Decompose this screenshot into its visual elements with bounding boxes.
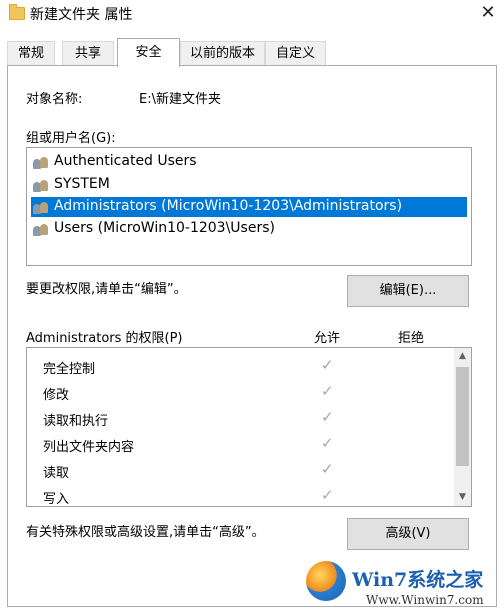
allow-check-icon: ✓ — [321, 356, 334, 374]
permission-name: 写入 — [43, 492, 70, 507]
scroll-down-icon[interactable]: ▼ — [454, 489, 471, 506]
allow-check-icon: ✓ — [321, 434, 334, 452]
user-name: SYSTEM — [54, 176, 110, 192]
users-listbox[interactable]: Authenticated Users SYSTEM Administrator… — [26, 147, 472, 266]
folder-icon — [9, 4, 25, 20]
tab-sharing[interactable]: 共享 — [62, 41, 114, 66]
user-item-system[interactable]: SYSTEM — [31, 175, 467, 195]
advanced-hint: 有关特殊权限或高级设置,请单击“高级”。 — [26, 525, 265, 540]
object-name-value: E:\新建文件夹 — [139, 92, 221, 107]
watermark-url: Www.Winwin7.com — [366, 593, 484, 607]
tab-general[interactable]: 常规 — [7, 41, 55, 66]
permission-row-read-execute: 读取和执行 ✓ — [27, 406, 453, 431]
groups-label: 组或用户名(G): — [26, 131, 116, 146]
tab-security[interactable]: 安全 — [117, 38, 180, 67]
allow-column-header: 允许 — [314, 331, 341, 346]
user-name: Users (MicroWin10-1203\Users) — [54, 220, 275, 236]
tab-customize[interactable]: 自定义 — [265, 41, 326, 66]
permissions-list: 完全控制 ✓ 修改 ✓ 读取和执行 ✓ 列出文件夹内容 ✓ 读取 ✓ 写入 ✓ … — [26, 347, 472, 507]
tab-previous-versions[interactable]: 以前的版本 — [180, 41, 265, 66]
permission-row-read: 读取 ✓ — [27, 458, 453, 483]
user-item-authenticated-users[interactable]: Authenticated Users — [31, 152, 467, 172]
permission-name: 修改 — [43, 388, 70, 403]
allow-check-icon: ✓ — [321, 382, 334, 400]
user-name: Administrators (MicroWin10-1203\Administ… — [54, 198, 403, 214]
permission-row-list-folder: 列出文件夹内容 ✓ — [27, 432, 453, 457]
permission-name: 读取和执行 — [43, 414, 109, 429]
edit-hint: 要更改权限,请单击“编辑”。 — [26, 282, 187, 297]
allow-check-icon: ✓ — [321, 408, 334, 426]
permissions-scrollbar[interactable]: ▲ ▼ — [454, 348, 471, 506]
user-item-administrators[interactable]: Administrators (MicroWin10-1203\Administ… — [31, 197, 467, 217]
title-bar: 新建文件夹 属性 ✕ — [0, 0, 504, 30]
permission-row-full-control: 完全控制 ✓ — [27, 354, 453, 379]
watermark-brand: Win7系统之家 — [352, 569, 484, 591]
edit-button[interactable]: 编辑(E)... — [347, 275, 469, 307]
permission-name: 读取 — [43, 466, 70, 481]
permission-name: 列出文件夹内容 — [43, 440, 135, 455]
users-icon — [33, 200, 49, 214]
user-name: Authenticated Users — [54, 153, 197, 169]
permissions-header: Administrators 的权限(P) — [26, 331, 183, 346]
permission-row-modify: 修改 ✓ — [27, 380, 453, 405]
deny-column-header: 拒绝 — [398, 331, 425, 346]
windows-logo-icon — [306, 561, 346, 601]
scroll-up-icon[interactable]: ▲ — [454, 348, 471, 365]
users-icon — [33, 222, 49, 236]
advanced-button[interactable]: 高级(V) — [347, 518, 469, 550]
close-button[interactable]: ✕ — [472, 0, 504, 26]
allow-check-icon: ✓ — [321, 486, 334, 504]
users-icon — [33, 178, 49, 192]
window-title: 新建文件夹 属性 — [30, 7, 133, 23]
allow-check-icon: ✓ — [321, 460, 334, 478]
users-icon — [33, 155, 49, 169]
watermark: Win7系统之家 Www.Winwin7.com — [300, 559, 504, 614]
permission-row-write: 写入 ✓ — [27, 484, 453, 507]
permission-name: 完全控制 — [43, 362, 96, 377]
object-name-label: 对象名称: — [26, 92, 83, 107]
user-item-users[interactable]: Users (MicroWin10-1203\Users) — [31, 219, 467, 239]
scrollbar-thumb[interactable] — [456, 367, 469, 466]
